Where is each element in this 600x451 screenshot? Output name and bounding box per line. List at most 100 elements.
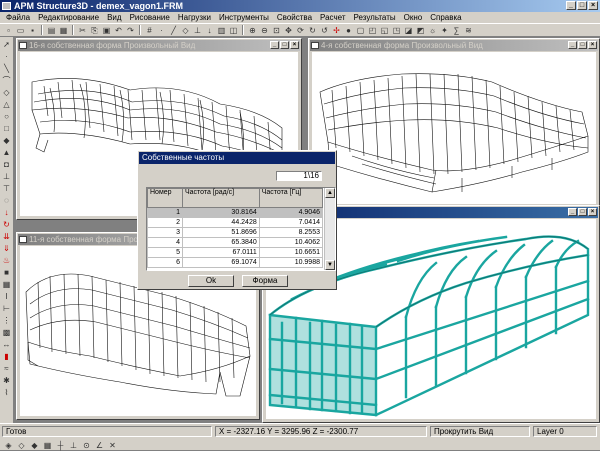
node-tool-icon[interactable]: · bbox=[2, 52, 12, 62]
plate-tool-icon[interactable]: ◇ bbox=[2, 88, 12, 98]
front-view-icon[interactable]: ▢ bbox=[355, 25, 366, 36]
load-icon[interactable]: ↓ bbox=[204, 25, 215, 36]
results-icon[interactable]: ≋ bbox=[463, 25, 474, 36]
menu-results[interactable]: Результаты bbox=[349, 12, 399, 23]
render-icon[interactable]: ◩ bbox=[415, 25, 426, 36]
deform-tool-icon[interactable]: ≈ bbox=[2, 364, 12, 374]
close-button[interactable]: × bbox=[588, 1, 598, 10]
scroll-up-icon[interactable]: ▲ bbox=[325, 188, 335, 198]
rotate-x-icon[interactable]: ↻ bbox=[307, 25, 318, 36]
support-tool-icon[interactable]: ⊥ bbox=[2, 172, 12, 182]
paste-icon[interactable]: ▣ bbox=[101, 25, 112, 36]
stop-icon[interactable]: ● bbox=[343, 25, 354, 36]
menu-edit[interactable]: Редактирование bbox=[34, 12, 103, 23]
snap-node-icon[interactable]: ◈ bbox=[3, 440, 14, 451]
snap-mid-icon[interactable]: ◆ bbox=[29, 440, 40, 451]
node-icon[interactable]: · bbox=[156, 25, 167, 36]
solid-tool-icon[interactable]: ◆ bbox=[2, 136, 12, 146]
snap-perp-icon[interactable]: ⊥ bbox=[68, 440, 79, 451]
rotate-icon[interactable]: ⟳ bbox=[295, 25, 306, 36]
snap-ortho-icon[interactable]: ┼ bbox=[55, 440, 66, 451]
form-button[interactable]: Форма bbox=[242, 275, 288, 287]
maximize-button[interactable]: □ bbox=[578, 208, 587, 216]
grid-icon[interactable]: # bbox=[144, 25, 155, 36]
hinge-tool-icon[interactable]: ◌ bbox=[2, 196, 12, 206]
circle-tool-icon[interactable]: ○ bbox=[2, 112, 12, 122]
pressure-tool-icon[interactable]: ⇓ bbox=[2, 244, 12, 254]
redo-icon[interactable]: ↷ bbox=[125, 25, 136, 36]
maximize-button[interactable]: □ bbox=[578, 41, 587, 49]
hidden-lines-icon[interactable]: ◪ bbox=[403, 25, 414, 36]
window-title-bar[interactable]: 4-я собственная форма Произвольный Вид _… bbox=[310, 40, 598, 51]
mass-tool-icon[interactable]: ■ bbox=[2, 268, 12, 278]
new-file-icon[interactable]: ▫ bbox=[3, 25, 14, 36]
menu-tools[interactable]: Инструменты bbox=[215, 12, 273, 23]
save-icon[interactable]: ▪ bbox=[27, 25, 38, 36]
minimize-button[interactable]: _ bbox=[270, 41, 279, 49]
copy-icon[interactable]: ⎘ bbox=[89, 25, 100, 36]
print-icon[interactable]: ▤ bbox=[46, 25, 57, 36]
table-row[interactable]: 4 65.3840 10.4062 bbox=[147, 237, 324, 248]
table-row[interactable]: 2 44.2428 7.0414 bbox=[147, 217, 324, 228]
table-icon[interactable]: ▥ bbox=[216, 25, 227, 36]
material-tool-icon[interactable]: ▦ bbox=[2, 280, 12, 290]
scroll-down-icon[interactable]: ▼ bbox=[325, 260, 335, 270]
mesh-tool-icon[interactable]: ▩ bbox=[2, 328, 12, 338]
header-number[interactable]: Номер bbox=[147, 188, 183, 208]
calculate-icon[interactable]: ∑ bbox=[451, 25, 462, 36]
snap-end-icon[interactable]: ◇ bbox=[16, 440, 27, 451]
top-view-icon[interactable]: ◰ bbox=[367, 25, 378, 36]
cylinder-tool-icon[interactable]: ◘ bbox=[2, 160, 12, 170]
minimize-button[interactable]: _ bbox=[566, 1, 576, 10]
buckling-tool-icon[interactable]: ⌇ bbox=[2, 388, 12, 398]
maximize-button[interactable]: □ bbox=[577, 1, 587, 10]
support-icon[interactable]: ⊥ bbox=[192, 25, 203, 36]
menu-file[interactable]: Файла bbox=[2, 12, 34, 23]
maximize-button[interactable]: □ bbox=[280, 41, 289, 49]
print-preview-icon[interactable]: ▦ bbox=[58, 25, 69, 36]
arc-tool-icon[interactable]: ⌒ bbox=[2, 76, 12, 86]
menu-loads[interactable]: Нагрузки bbox=[174, 12, 215, 23]
distributed-load-icon[interactable]: ⇊ bbox=[2, 232, 12, 242]
table-scrollbar[interactable]: ▲ ▼ bbox=[324, 188, 335, 270]
dialog-title[interactable]: Собственные частоты bbox=[139, 152, 335, 164]
local-axes-icon[interactable]: ⊢ bbox=[2, 304, 12, 314]
chart-tool-icon[interactable]: ▮ bbox=[2, 352, 12, 362]
sun-icon[interactable]: ✦ bbox=[439, 25, 450, 36]
measure-tool-icon[interactable]: ↔ bbox=[2, 340, 12, 350]
minimize-button[interactable]: _ bbox=[568, 41, 577, 49]
table-row[interactable]: 3 51.8696 8.2553 bbox=[147, 227, 324, 238]
table-row[interactable]: 6 69.1074 10.9988 bbox=[147, 257, 324, 268]
triangle-tool-icon[interactable]: △ bbox=[2, 100, 12, 110]
side-view-icon[interactable]: ◱ bbox=[379, 25, 390, 36]
menu-draw[interactable]: Рисование bbox=[126, 12, 174, 23]
pan-icon[interactable]: ✥ bbox=[283, 25, 294, 36]
window-mode-4[interactable]: 4-я собственная форма Произвольный Вид _… bbox=[308, 38, 600, 208]
header-freq-rad[interactable]: Частота [рад/с] bbox=[182, 188, 260, 208]
moment-tool-icon[interactable]: ↻ bbox=[2, 220, 12, 230]
rotate-y-icon[interactable]: ↺ bbox=[319, 25, 330, 36]
section-tool-icon[interactable]: I bbox=[2, 292, 12, 302]
menu-properties[interactable]: Свойства bbox=[273, 12, 316, 23]
table-row[interactable]: 1 30.8164 4.9046 bbox=[147, 207, 324, 218]
plate-icon[interactable]: ◇ bbox=[180, 25, 191, 36]
force-tool-icon[interactable]: ↓ bbox=[2, 208, 12, 218]
snap-center-icon[interactable]: ⊙ bbox=[81, 440, 92, 451]
rod-icon[interactable]: ╱ bbox=[168, 25, 179, 36]
iso-view-icon[interactable]: ◳ bbox=[391, 25, 402, 36]
frequencies-dialog[interactable]: Собственные частоты 1\16 Номер Частота [… bbox=[137, 150, 337, 290]
close-button[interactable]: × bbox=[588, 41, 597, 49]
ok-button[interactable]: Ok bbox=[188, 275, 234, 287]
cone-tool-icon[interactable]: ▲ bbox=[2, 148, 12, 158]
menu-calculation[interactable]: Расчет bbox=[316, 12, 349, 23]
viewport[interactable] bbox=[312, 52, 596, 204]
select-arrow-icon[interactable]: ➚ bbox=[2, 40, 12, 50]
minimize-button[interactable]: _ bbox=[568, 208, 577, 216]
zoom-out-icon[interactable]: ⊖ bbox=[259, 25, 270, 36]
temperature-tool-icon[interactable]: ♨ bbox=[2, 256, 12, 266]
snap-angle-icon[interactable]: ∠ bbox=[94, 440, 105, 451]
zoom-in-icon[interactable]: ⊕ bbox=[247, 25, 258, 36]
open-folder-icon[interactable]: ▭ bbox=[15, 25, 26, 36]
rod-tool-icon[interactable]: ╲ bbox=[2, 64, 12, 74]
window-title-bar[interactable]: 16-я собственная форма Произвольный Вид … bbox=[18, 40, 300, 51]
